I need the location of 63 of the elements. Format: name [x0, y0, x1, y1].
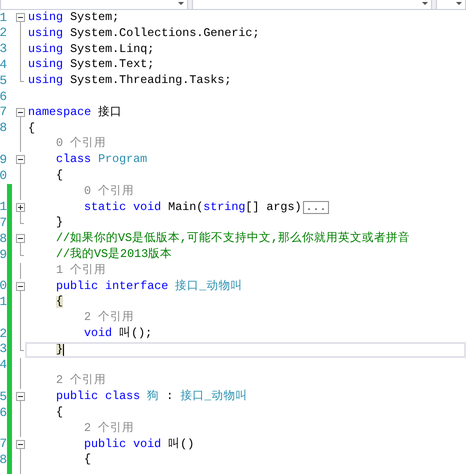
code-line: using System.Text; — [28, 57, 154, 74]
dropdown-arrow-icon — [456, 2, 462, 5]
line-number: 7 — [0, 438, 7, 451]
code-line: using System.Collections.Generic; — [28, 26, 260, 42]
collapse-icon[interactable] — [16, 155, 25, 164]
collapse-icon[interactable] — [16, 282, 25, 291]
reference-count[interactable]: 0 个引用 — [84, 186, 134, 198]
code-line: using System.Linq; — [28, 42, 154, 58]
line-number: 9 — [0, 154, 7, 166]
reference-count[interactable]: 2 个引用 — [84, 312, 134, 324]
reference-count[interactable]: 0 个引用 — [56, 138, 106, 150]
code-line: } — [56, 215, 64, 232]
collapse-icon[interactable] — [16, 13, 25, 22]
line-number: 6 — [0, 90, 7, 104]
expand-icon[interactable] — [16, 202, 25, 212]
collapse-icon[interactable] — [16, 440, 25, 449]
line-number: 8 — [0, 122, 7, 135]
dropdown-field[interactable] — [192, 0, 432, 9]
collapse-icon[interactable] — [16, 108, 25, 117]
line-number: 8 — [0, 232, 7, 246]
code-line: { — [56, 168, 64, 184]
line-number: 9 — [0, 248, 7, 262]
line-number: 5 — [0, 74, 7, 88]
line-number: 3 — [0, 43, 7, 56]
code-line: { — [28, 120, 36, 136]
line-number: 8 — [0, 454, 7, 466]
line-number: 2 — [0, 328, 7, 340]
dropdown-arrow-icon — [422, 2, 428, 5]
text-caret — [63, 344, 64, 356]
code-line: { — [84, 452, 92, 468]
code-line: class Program — [56, 152, 148, 168]
collapse-icon[interactable] — [16, 392, 25, 402]
reference-count[interactable]: 1 个引用 — [56, 264, 106, 276]
code-line: public void 叫() — [84, 436, 194, 452]
line-number: 2 — [0, 27, 7, 40]
collapse-icon[interactable] — [16, 234, 25, 244]
reference-count[interactable]: 2 个引用 — [84, 422, 134, 434]
dropdown-arrow-icon — [178, 2, 184, 5]
code-line: public interface 接口_动物叫 — [56, 278, 242, 294]
code-line: public class 狗 : 接口_动物叫 — [56, 389, 248, 405]
dropdown-field[interactable] — [0, 0, 188, 9]
reference-count[interactable]: 2 个引用 — [56, 375, 106, 388]
code-line: void 叫(); — [84, 326, 152, 342]
line-number: 4 — [0, 59, 7, 72]
line-number: 5 — [0, 390, 7, 404]
line-number: 6 — [0, 406, 7, 420]
line-number: 7 — [0, 106, 7, 119]
code-line: //我的VS是2013版本 — [56, 246, 172, 263]
code-line: using System; — [28, 10, 120, 26]
line-number: 1 — [0, 296, 7, 308]
code-line: namespace 接口 — [28, 104, 122, 121]
line-number: 7 — [0, 217, 7, 230]
code-line: static void Main(string[] args) ... — [84, 200, 329, 216]
dropdown-field[interactable] — [436, 0, 466, 9]
line-number: 0 — [0, 280, 7, 293]
line-number: 1 — [0, 201, 7, 214]
code-line: { — [56, 404, 64, 421]
line-number: 0 — [0, 170, 7, 182]
code-line: using System.Threading.Tasks; — [28, 73, 232, 89]
line-number: 1 — [0, 12, 7, 24]
code-line: //如果你的VS是低版本,可能不支持中文,那么你就用英文或者拼音 — [56, 231, 410, 247]
line-number: 4 — [0, 359, 7, 372]
line-number: 3 — [0, 343, 7, 356]
